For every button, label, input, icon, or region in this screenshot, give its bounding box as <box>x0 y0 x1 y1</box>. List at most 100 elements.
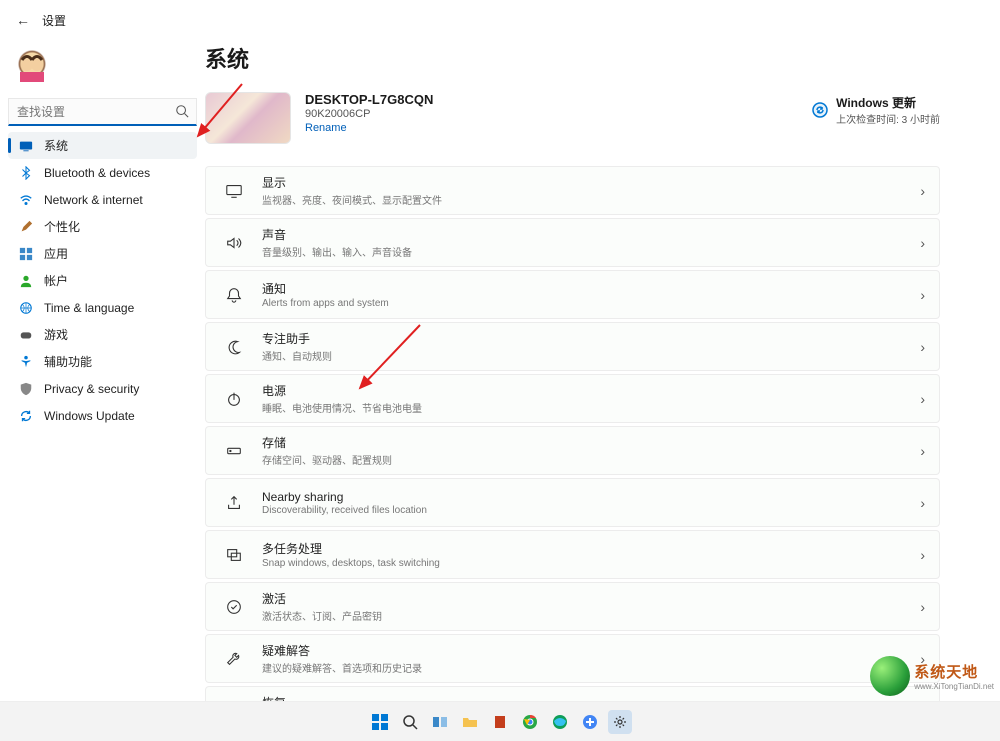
multitask-icon <box>224 546 244 564</box>
sidebar-item-label: Windows Update <box>44 409 135 423</box>
share-icon <box>224 494 244 512</box>
sidebar-item-update[interactable]: Windows Update <box>8 402 197 429</box>
row-troubleshoot[interactable]: 疑难解答建议的疑难解答、首选项和历史记录 › <box>205 634 940 683</box>
chevron-right-icon: › <box>920 339 925 355</box>
back-button[interactable]: ← <box>16 12 30 28</box>
system-icon <box>18 138 34 154</box>
search-input[interactable] <box>8 98 197 126</box>
sound-icon <box>224 234 244 252</box>
moon-icon <box>224 338 244 356</box>
chevron-right-icon: › <box>920 443 925 459</box>
globe-icon <box>870 656 910 696</box>
update-icon <box>18 408 34 424</box>
row-title: 疑难解答 <box>262 642 920 659</box>
accessibility-icon <box>18 354 34 370</box>
sidebar-item-label: Network & internet <box>44 193 143 207</box>
row-subtitle: 监视器、亮度、夜间模式、显示配置文件 <box>262 192 920 207</box>
row-multitasking[interactable]: 多任务处理Snap windows, desktops, task switch… <box>205 530 940 579</box>
sidebar-item-privacy[interactable]: Privacy & security <box>8 375 197 402</box>
row-subtitle: 睡眠、电池使用情况、节省电池电量 <box>262 400 920 415</box>
device-name: DESKTOP-L7G8CQN <box>305 92 433 107</box>
watermark: 系统天地 www.XiTongTianDi.net <box>870 651 994 701</box>
chevron-right-icon: › <box>920 235 925 251</box>
row-subtitle: 音量级别、输出、输入、声音设备 <box>262 244 920 259</box>
user-icon <box>18 273 34 289</box>
row-subtitle: Snap windows, desktops, task switching <box>262 558 920 569</box>
row-title: 多任务处理 <box>262 540 920 557</box>
taskbar-taskview[interactable] <box>428 710 452 734</box>
sidebar-item-gaming[interactable]: 游戏 <box>8 321 197 348</box>
sidebar-item-label: 帐户 <box>44 272 68 289</box>
taskbar-chrome[interactable] <box>518 710 542 734</box>
sidebar-item-label: Time & language <box>44 301 134 315</box>
sidebar-item-label: 应用 <box>44 245 68 262</box>
sidebar-item-bluetooth[interactable]: Bluetooth & devices <box>8 159 197 186</box>
row-display[interactable]: 显示监视器、亮度、夜间模式、显示配置文件 › <box>205 166 940 215</box>
language-icon <box>18 300 34 316</box>
start-button[interactable] <box>368 710 392 734</box>
chevron-right-icon: › <box>920 183 925 199</box>
activate-icon <box>224 598 244 616</box>
device-model: 90K20006CP <box>305 108 433 120</box>
shield-icon <box>18 381 34 397</box>
row-subtitle: Discoverability, received files location <box>262 505 920 516</box>
sidebar-item-label: 系统 <box>44 137 68 154</box>
taskbar-explorer[interactable] <box>458 710 482 734</box>
taskbar-search[interactable] <box>398 710 422 734</box>
taskbar-edge[interactable] <box>548 710 572 734</box>
row-subtitle: 存储空间、驱动器、配置规则 <box>262 452 920 467</box>
watermark-title: 系统天地 <box>914 661 994 682</box>
row-nearby-sharing[interactable]: Nearby sharingDiscoverability, received … <box>205 478 940 527</box>
user-avatar[interactable] <box>12 48 52 88</box>
apps-icon <box>18 246 34 262</box>
display-icon <box>224 182 244 200</box>
taskbar <box>0 701 1000 741</box>
brush-icon <box>18 219 34 235</box>
sidebar-item-accessibility[interactable]: 辅助功能 <box>8 348 197 375</box>
sidebar-item-system[interactable]: 系统 <box>8 132 197 159</box>
sync-icon <box>812 102 828 118</box>
chevron-right-icon: › <box>920 495 925 511</box>
sidebar-item-label: 辅助功能 <box>44 353 92 370</box>
row-subtitle: 建议的疑难解答、首选项和历史记录 <box>262 660 920 675</box>
row-sound[interactable]: 声音音量级别、输出、输入、声音设备 › <box>205 218 940 267</box>
chevron-right-icon: › <box>920 599 925 615</box>
row-subtitle: Alerts from apps and system <box>262 298 920 309</box>
taskbar-settings[interactable] <box>608 710 632 734</box>
sidebar-item-personalization[interactable]: 个性化 <box>8 213 197 240</box>
row-notifications[interactable]: 通知Alerts from apps and system › <box>205 270 940 319</box>
rename-link[interactable]: Rename <box>305 122 347 134</box>
row-title: 通知 <box>262 280 920 297</box>
taskbar-app[interactable] <box>578 710 602 734</box>
power-icon <box>224 390 244 408</box>
device-thumbnail <box>205 92 291 144</box>
windows-update-status[interactable]: Windows 更新 上次检查时间: 3 小时前 <box>812 94 940 126</box>
row-subtitle: 激活状态、订阅、产品密钥 <box>262 608 920 623</box>
sidebar-item-apps[interactable]: 应用 <box>8 240 197 267</box>
storage-icon <box>224 442 244 460</box>
chevron-right-icon: › <box>920 391 925 407</box>
sidebar-item-label: Bluetooth & devices <box>44 166 150 180</box>
search-box[interactable] <box>8 98 197 126</box>
row-focus[interactable]: 专注助手通知、自动规则 › <box>205 322 940 371</box>
row-power[interactable]: 电源睡眠、电池使用情况、节省电池电量 › <box>205 374 940 423</box>
sidebar-item-accounts[interactable]: 帐户 <box>8 267 197 294</box>
wrench-icon <box>224 650 244 668</box>
content-area: 系统 DESKTOP-L7G8CQN 90K20006CP Rename Win… <box>205 40 1000 700</box>
row-storage[interactable]: 存储存储空间、驱动器、配置规则 › <box>205 426 940 475</box>
update-title: Windows 更新 <box>836 94 940 111</box>
taskbar-office[interactable] <box>488 710 512 734</box>
titlebar: ← 设置 <box>0 0 1000 40</box>
wifi-icon <box>18 192 34 208</box>
row-activation[interactable]: 激活激活状态、订阅、产品密钥 › <box>205 582 940 631</box>
settings-list: 显示监视器、亮度、夜间模式、显示配置文件 › 声音音量级别、输出、输入、声音设备… <box>205 166 940 735</box>
row-title: 存储 <box>262 434 920 451</box>
sidebar-item-time-language[interactable]: Time & language <box>8 294 197 321</box>
row-title: 电源 <box>262 382 920 399</box>
chevron-right-icon: › <box>920 547 925 563</box>
sidebar: 系统 Bluetooth & devices Network & interne… <box>0 40 205 700</box>
device-info: DESKTOP-L7G8CQN 90K20006CP Rename <box>305 92 433 134</box>
gaming-icon <box>18 327 34 343</box>
bluetooth-icon <box>18 165 34 181</box>
sidebar-item-network[interactable]: Network & internet <box>8 186 197 213</box>
